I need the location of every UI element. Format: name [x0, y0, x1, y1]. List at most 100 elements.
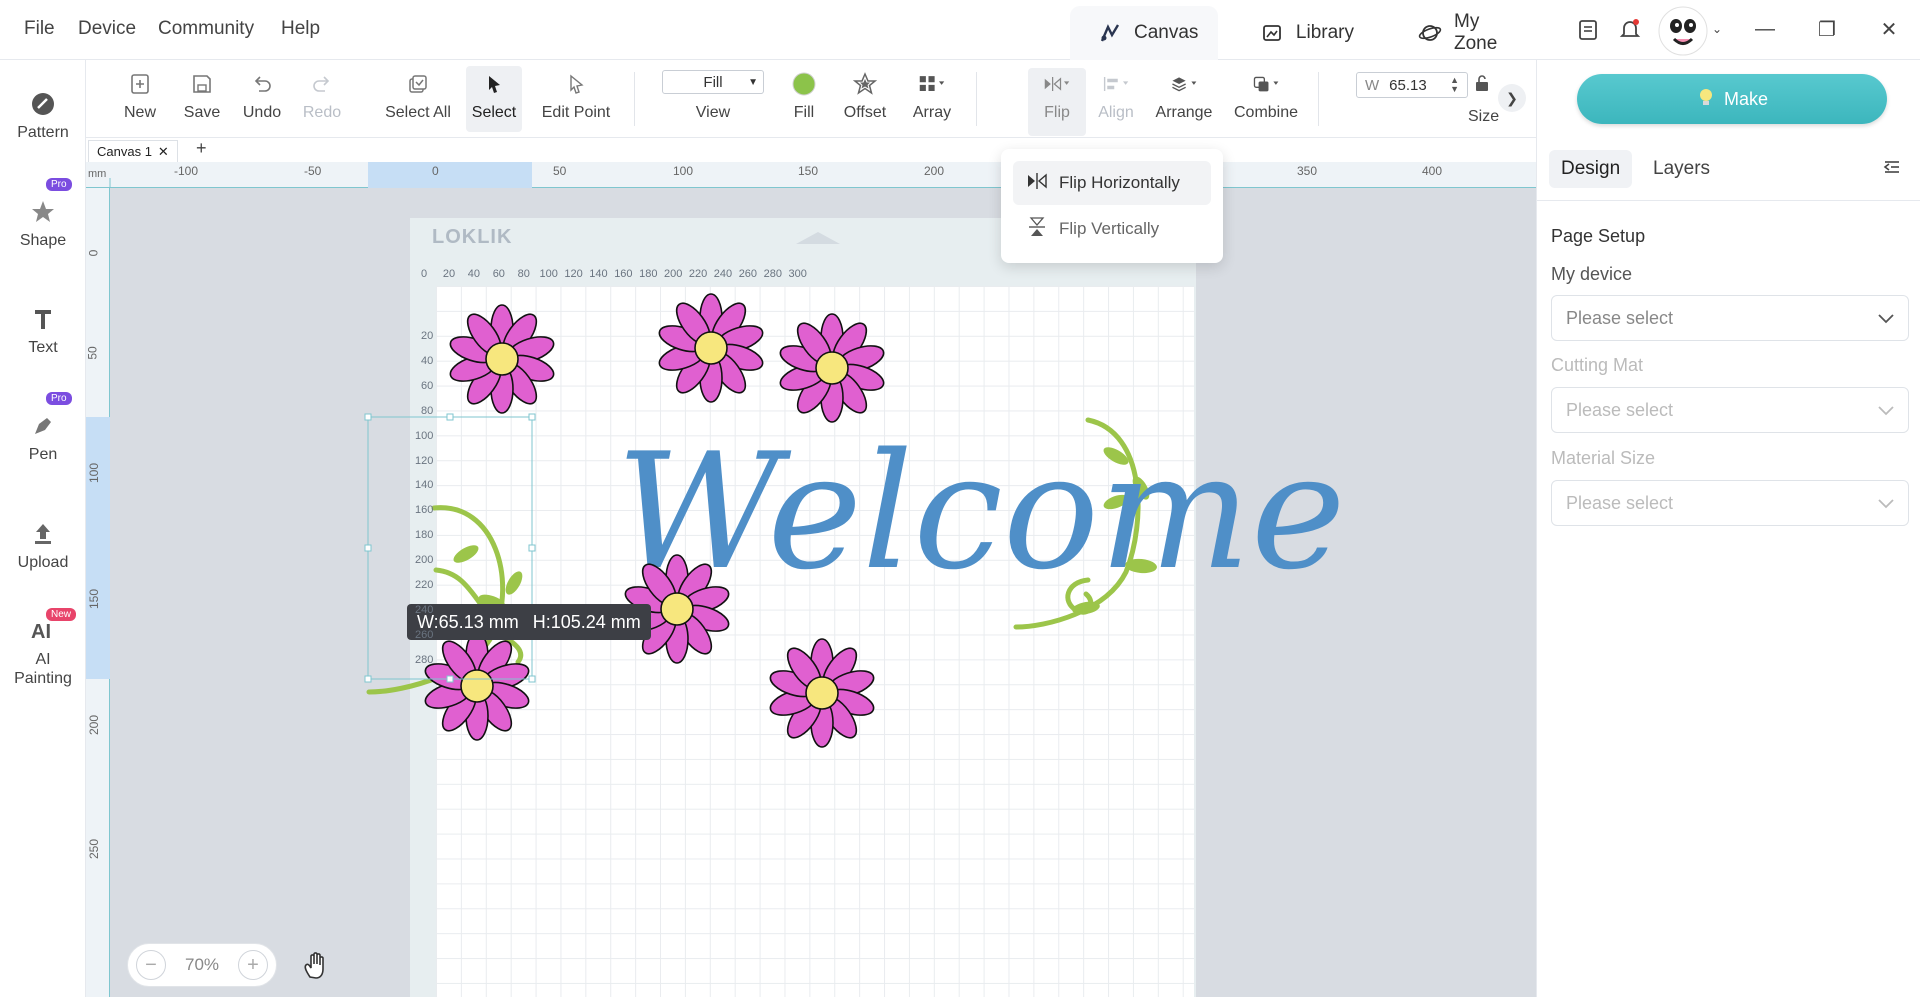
chevron-down-icon [1878, 400, 1894, 421]
zoom-control: − 70% + [127, 943, 277, 987]
flip-icon [1043, 70, 1071, 98]
panel-divider [1537, 200, 1920, 201]
close-icon[interactable]: ✕ [1874, 14, 1904, 44]
undo-button[interactable]: Undo [234, 70, 290, 122]
avatar[interactable] [1658, 6, 1708, 56]
tab-canvas[interactable]: Canvas [1070, 6, 1218, 60]
menu-file[interactable]: File [24, 18, 55, 40]
cursor-icon [480, 70, 508, 98]
align-button[interactable]: Align [1088, 70, 1144, 122]
flip-button[interactable]: Flip [1028, 68, 1086, 136]
flip-horizontally-item[interactable]: Flip Horizontally [1013, 161, 1211, 205]
flower[interactable] [656, 293, 766, 403]
offset-icon [851, 70, 879, 98]
dropdown-arrow-icon: ▼ [748, 76, 758, 88]
title-bar: File Device Community Help Canvas Librar… [0, 0, 1920, 60]
flip-vertically-label: Flip Vertically [1059, 219, 1160, 238]
flower-center [485, 342, 519, 376]
mat-ruler-label: 120 [415, 454, 434, 467]
tab-myzone[interactable]: My Zone [1390, 6, 1540, 60]
width-input-label: W [1365, 76, 1380, 94]
doc-tab-canvas-1[interactable]: Canvas 1 ✕ [88, 140, 178, 162]
array-label: Array [912, 104, 952, 121]
array-button[interactable]: Array [902, 70, 962, 122]
zoom-in-button[interactable]: + [238, 950, 268, 980]
zoom-out-button[interactable]: − [136, 950, 166, 980]
sidebar-item-text[interactable]: Text [0, 305, 86, 357]
collapse-panel-icon[interactable] [1883, 158, 1901, 181]
mat-ruler-label: 100 [539, 268, 558, 280]
tab-design[interactable]: Design [1549, 150, 1633, 188]
mat-ruler-label: 160 [415, 504, 434, 517]
combine-button[interactable]: Combine [1226, 70, 1306, 122]
material-size-select[interactable]: Please select [1551, 480, 1909, 526]
design-artwork[interactable]: Welcome [86, 162, 1536, 997]
sidebar-item-pen[interactable]: Pro Pen [0, 392, 86, 464]
stepper-icon[interactable]: ▲ ▼ [1450, 76, 1459, 94]
edit-point-button[interactable]: Edit Point [538, 70, 614, 122]
flower[interactable] [767, 638, 877, 748]
clipboard-icon[interactable] [1573, 14, 1603, 44]
fill-color-swatch [790, 70, 818, 98]
chevron-down-icon[interactable]: ⌄ [1702, 14, 1732, 44]
chevron-right-icon[interactable]: ❯ [1498, 84, 1526, 112]
flower[interactable] [447, 304, 557, 414]
redo-button[interactable]: Redo [294, 70, 350, 122]
menu-community[interactable]: Community [158, 18, 254, 40]
sidebar-item-ai-painting[interactable]: New AI AI Painting [0, 608, 86, 688]
page-setup-heading: Page Setup [1551, 226, 1646, 246]
mat-ruler-label: 60 [421, 379, 434, 392]
mat-ruler-label: 220 [415, 579, 434, 591]
select-button[interactable]: Select [466, 66, 522, 132]
mat-ruler-label: 0 [421, 268, 428, 280]
lock-icon[interactable] [1474, 74, 1492, 94]
arrange-button[interactable]: Arrange [1148, 70, 1220, 122]
make-button[interactable]: Make [1577, 74, 1887, 124]
mat-ruler-label: 60 [492, 268, 505, 280]
flip-label: Flip [1044, 104, 1070, 121]
tab-myzone-label: My Zone [1454, 11, 1498, 54]
save-button[interactable]: Save [176, 70, 228, 122]
view-select[interactable]: Fill ▼ View [662, 70, 764, 122]
fill-button[interactable]: Fill [780, 70, 828, 122]
chevron-down-icon [1878, 308, 1894, 329]
toolbar-divider [634, 72, 635, 126]
add-tab-icon[interactable]: + [196, 138, 207, 159]
select-all-icon [404, 70, 432, 98]
minimize-icon[interactable]: — [1750, 14, 1780, 44]
new-button[interactable]: New [114, 70, 166, 122]
sidebar-item-pattern[interactable]: Pattern [0, 90, 86, 142]
menu-device[interactable]: Device [78, 18, 136, 40]
menu-help[interactable]: Help [281, 18, 320, 40]
select-all-button[interactable]: Select All [376, 70, 460, 122]
make-label: Make [1723, 88, 1768, 109]
my-device-select[interactable]: Please select [1551, 295, 1909, 341]
welcome-text[interactable]: Welcome [616, 418, 1346, 605]
sidebar-item-upload[interactable]: Upload [0, 520, 86, 572]
mat-ruler-label: 80 [421, 404, 434, 417]
doc-tab-label: Canvas 1 [97, 144, 152, 159]
hand-tool-icon[interactable] [300, 949, 332, 986]
tab-layers[interactable]: Layers [1641, 150, 1722, 188]
cutting-mat-select[interactable]: Please select [1551, 387, 1909, 433]
size-label: Size [1468, 108, 1500, 125]
close-tab-icon[interactable]: ✕ [158, 144, 169, 160]
my-device-placeholder: Please select [1566, 307, 1674, 328]
restore-icon[interactable]: ❐ [1812, 14, 1842, 44]
flip-dropdown-menu: Flip Horizontally Flip Vertically [1001, 149, 1223, 263]
toolbar: New Save Undo Redo Select All Select Edi… [86, 60, 1536, 138]
flip-vertically-item[interactable]: Flip Vertically [1013, 207, 1211, 251]
offset-button[interactable]: Offset [838, 70, 892, 122]
sidebar-item-shape[interactable]: Pro Shape [0, 178, 86, 250]
tab-library[interactable]: Library [1232, 6, 1382, 60]
flower[interactable] [777, 313, 887, 423]
mat-ruler-label: 200 [664, 268, 683, 280]
material-size-label: Material Size [1551, 448, 1656, 468]
size-tooltip: W:65.13 mm H:105.24 mm [407, 604, 651, 640]
size-tooltip-height: H:105.24 mm [532, 611, 641, 632]
bell-icon[interactable] [1615, 14, 1645, 44]
undo-label: Undo [242, 104, 282, 121]
mat-ruler-label: 280 [415, 653, 434, 666]
width-input[interactable]: W 65.13 ▲ ▼ [1356, 72, 1468, 98]
chevron-down-icon [1878, 493, 1894, 514]
